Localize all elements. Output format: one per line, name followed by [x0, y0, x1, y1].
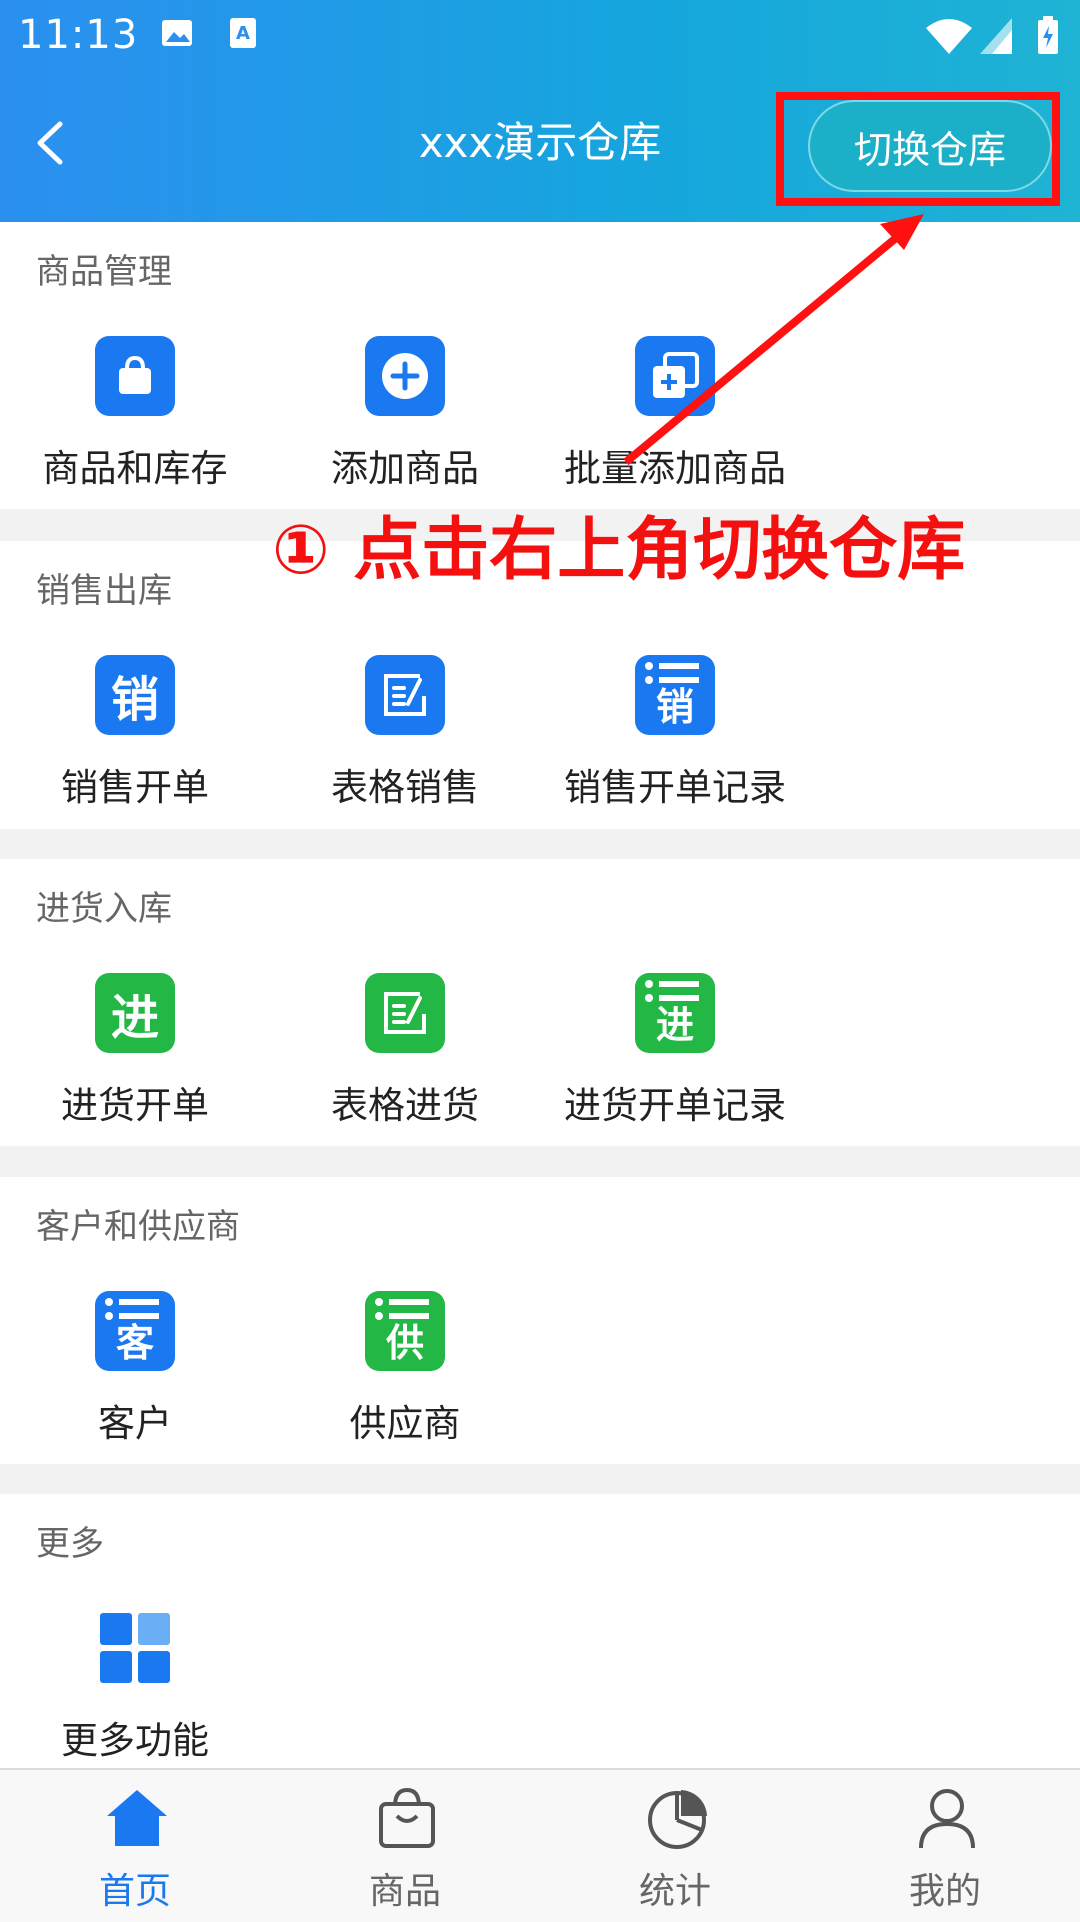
tab-label: 统计: [638, 1871, 711, 1912]
item-customers[interactable]: 客 客户: [20, 1291, 250, 1447]
item-sales-records[interactable]: 销 销售开单记录: [560, 655, 790, 811]
edit-form-icon: [365, 655, 445, 735]
section-contacts: 客户和供应商 客 客户 供 供应商: [0, 1177, 1080, 1464]
tab-label: 我的: [908, 1871, 981, 1912]
item-more-functions[interactable]: 更多功能: [20, 1608, 250, 1764]
tab-goods[interactable]: 商品: [270, 1770, 540, 1922]
customer-list-icon: 客: [95, 1291, 175, 1371]
item-sales-order[interactable]: 销 销售开单: [20, 655, 250, 811]
shopping-bag-icon: [379, 1787, 435, 1848]
icon-glyph: 销: [655, 685, 694, 729]
section-more: 更多 更多功能: [0, 1494, 1080, 1768]
tab-stats[interactable]: 统计: [540, 1770, 810, 1922]
icon-glyph: 进: [655, 1003, 694, 1047]
purchase-record-icon: 进: [635, 973, 715, 1053]
section-title: 进货入库: [36, 889, 172, 929]
section-title: 销售出库: [36, 571, 172, 611]
home-icon: [107, 1790, 167, 1846]
pie-chart-icon: [648, 1790, 707, 1849]
section-title: 更多: [36, 1524, 104, 1564]
item-label: 销售开单记录: [564, 766, 786, 809]
user-icon: [919, 1789, 975, 1849]
item-label: 更多功能: [61, 1719, 209, 1762]
item-label: 表格进货: [331, 1084, 479, 1127]
item-label: 进货开单: [61, 1084, 209, 1127]
edit-form-icon: [365, 973, 445, 1053]
tab-label: 首页: [98, 1871, 171, 1912]
item-purchase-order[interactable]: 进 进货开单: [20, 973, 250, 1129]
icon-glyph: 供: [385, 1321, 424, 1365]
item-label: 进货开单记录: [564, 1084, 786, 1127]
tab-label: 商品: [368, 1871, 441, 1912]
item-table-purchase[interactable]: 表格进货: [290, 973, 520, 1129]
annotation-arrow: [623, 214, 924, 466]
bottom-tab-bar: 首页 商品 统计 我的: [0, 1768, 1080, 1922]
grid-icon: [95, 1608, 175, 1688]
supplier-list-icon: 供: [365, 1291, 445, 1371]
icon-glyph: 进: [110, 990, 159, 1046]
section-purchase: 进货入库 进 进货开单 表格进货 进 进货开单记录: [0, 859, 1080, 1146]
tab-home[interactable]: 首页: [0, 1770, 270, 1922]
tab-mine[interactable]: 我的: [810, 1770, 1080, 1922]
icon-glyph: 客: [115, 1321, 154, 1365]
sales-record-icon: 销: [635, 655, 715, 735]
item-suppliers[interactable]: 供 供应商: [290, 1291, 520, 1447]
item-label: 销售开单: [61, 766, 209, 809]
item-label: 供应商: [349, 1402, 461, 1445]
purchase-glyph-icon: 进: [95, 973, 175, 1053]
item-label: 表格销售: [331, 766, 479, 809]
item-label: 客户: [98, 1402, 172, 1445]
item-table-sales[interactable]: 表格销售: [290, 655, 520, 811]
item-purchase-records[interactable]: 进 进货开单记录: [560, 973, 790, 1129]
icon-glyph: 销: [110, 672, 159, 728]
section-title: 客户和供应商: [36, 1207, 240, 1247]
sales-glyph-icon: 销: [95, 655, 175, 735]
